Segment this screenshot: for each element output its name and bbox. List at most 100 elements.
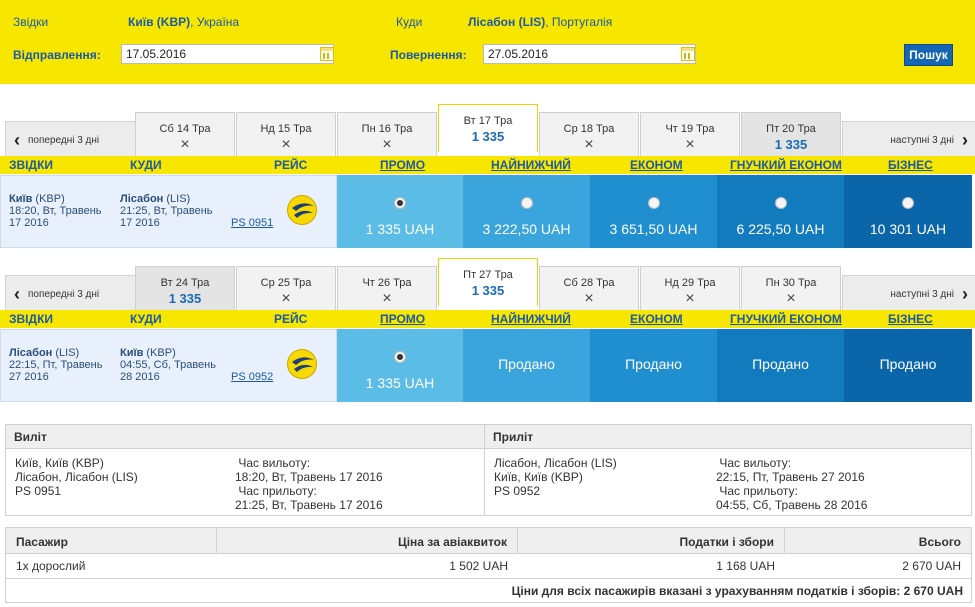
in-times: Час вильоту: 22:15, Пт, Травень 27 2016 Ч… [716, 456, 867, 512]
date-tab-label: Сб 14 Тра [159, 123, 211, 135]
arr-label: Час прильоту: [719, 484, 798, 498]
fare-radio[interactable] [902, 197, 914, 209]
fare-radio-selected[interactable] [394, 351, 406, 363]
fare-cell-promo[interactable]: 1 335 UAH [337, 329, 463, 402]
fare-cell-economy[interactable]: 3 651,50 UAH [590, 175, 717, 248]
date-tab[interactable]: Вт 24 Тра 1 335 [135, 266, 235, 312]
date-tab[interactable]: Ср 25 Тра × [236, 266, 336, 312]
fare-cell-lowest[interactable]: 3 222,50 UAH [463, 175, 590, 248]
next-days-button[interactable]: наступні 3 дні › [842, 275, 975, 314]
ticket-price-cell: 1 502 UAH [449, 559, 508, 573]
calendar-icon[interactable] [681, 47, 695, 61]
fare-cell-business[interactable]: 10 301 UAH [844, 175, 972, 248]
fare-price: 3 651,50 UAH [609, 221, 698, 237]
from-label: Звідки [13, 15, 49, 29]
sold-out-label: Продано [498, 356, 555, 372]
next-days-label: наступні 3 дні [890, 289, 954, 300]
col-promo[interactable]: ПРОМО [380, 312, 425, 326]
date-tab-label: Нд 29 Тра [664, 277, 716, 289]
total-cell: 2 670 UAH [902, 559, 961, 573]
calendar-icon[interactable] [320, 47, 334, 61]
out-times: Час вильоту: 18:20, Вт, Травень 17 2016 Ч… [235, 456, 383, 512]
outbound-column-header: ЗВІДКИ КУДИ РЕЙС ПРОМО НАЙНИЖЧИЙ ЕКОНОМ … [0, 156, 975, 174]
to-value[interactable]: Лісабон (LIS), Португалія [468, 15, 612, 29]
col-promo[interactable]: ПРОМО [380, 158, 425, 172]
fare-price: 1 335 UAH [365, 221, 435, 237]
col-economy[interactable]: ЕКОНОМ [630, 158, 683, 172]
in-route: Лісабон, Лісабон (LIS) Київ, Київ (KBP) PS… [494, 456, 617, 498]
date-tab-label: Пн 16 Тра [361, 123, 413, 135]
in-route-origin: Лісабон, Лісабон (LIS) [494, 456, 617, 470]
depart-date-input[interactable] [121, 44, 334, 64]
date-tab-selected[interactable]: Вт 17 Тра 1 335 [438, 104, 538, 152]
date-tab[interactable]: Нд 29 Тра × [640, 266, 740, 312]
col-economy[interactable]: ЕКОНОМ [630, 312, 683, 326]
fare-radio[interactable] [774, 197, 787, 209]
search-button[interactable]: Пошук [904, 44, 953, 66]
next-days-button[interactable]: наступні 3 дні › [842, 121, 975, 160]
date-tab-label: Пт 20 Тра [766, 123, 816, 135]
inbound-date-tabs: ‹ попередні 3 дні Вт 24 Тра 1 335 Ср 25 Тр… [0, 258, 975, 314]
date-tab[interactable]: Пн 30 Тра × [741, 266, 841, 312]
date-tab[interactable]: Чт 26 Тра × [337, 266, 437, 312]
date-tab-selected[interactable]: Пт 27 Тра 1 335 [438, 258, 538, 306]
origin-time: 22:15, Пт, Травень [9, 359, 103, 371]
fare-radio[interactable] [647, 197, 660, 209]
origin-time: 18:20, Вт, Травень [9, 205, 102, 217]
close-icon: × [281, 136, 291, 153]
fare-radio[interactable] [520, 197, 533, 209]
return-label: Повернення: [390, 48, 467, 62]
airline-logo-icon [287, 349, 317, 379]
destination-info: Лісабон (LIS) 21:25, Вт, Травень 17 2016 [120, 193, 213, 229]
origin-year: 17 2016 [9, 217, 49, 229]
to-label: Куди [396, 15, 423, 29]
prev-days-button[interactable]: ‹ попередні 3 дні [5, 275, 140, 314]
col-to: КУДИ [130, 312, 162, 326]
col-business[interactable]: БІЗНЕС [888, 158, 933, 172]
fare-radio-selected[interactable] [394, 197, 406, 209]
fare-cell-flex-economy[interactable]: 6 225,50 UAH [717, 175, 844, 248]
date-tab[interactable]: Чт 19 Тра × [640, 112, 740, 158]
arr-label: Час прильоту: [238, 484, 317, 498]
col-lowest[interactable]: НАЙНИЖЧИЙ [491, 312, 571, 326]
from-country: , Україна [190, 15, 240, 29]
date-tab[interactable]: Пт 20 Тра 1 335 [741, 112, 841, 158]
out-route-origin: Київ, Київ (KBP) [15, 456, 104, 470]
date-tab[interactable]: Сб 14 Тра × [135, 112, 235, 158]
close-icon: × [685, 136, 695, 153]
date-tab-label: Вт 17 Тра [463, 115, 513, 127]
return-date-input[interactable] [483, 44, 696, 64]
destination-code: (LIS) [163, 193, 191, 205]
close-icon: × [685, 290, 695, 307]
col-business[interactable]: БІЗНЕС [888, 312, 933, 326]
date-tab-label: Ср 25 Тра [260, 277, 312, 289]
price-table: Пасажир Ціна за авіаквиток Податки і збо… [5, 527, 972, 603]
destination-city: Лісабон [120, 193, 164, 205]
chevron-right-icon: › [962, 284, 968, 304]
chevron-left-icon: ‹ [14, 284, 20, 304]
date-tab-label: Пт 27 Тра [463, 269, 513, 281]
from-value[interactable]: Київ (KBP), Україна [128, 15, 239, 29]
prev-days-button[interactable]: ‹ попередні 3 дні [5, 121, 140, 160]
flight-number-link[interactable]: PS 0952 [231, 371, 273, 383]
inbound-flight-info: Лісабон (LIS) 22:15, Пт, Травень 27 2016 К… [0, 329, 337, 402]
date-tab-label: Чт 19 Тра [665, 123, 715, 135]
col-lowest[interactable]: НАЙНИЖЧИЙ [491, 158, 571, 172]
prev-days-label: попередні 3 дні [28, 135, 100, 146]
departure-summary: Виліт Київ, Київ (KBP) Лісабон, Лісабон (… [5, 424, 485, 516]
date-tab-label: Нд 15 Тра [260, 123, 312, 135]
origin-code: (LIS) [52, 347, 80, 359]
date-tab-price: 1 335 [774, 137, 808, 152]
origin-city: Київ [9, 193, 33, 205]
date-tab[interactable]: Сб 28 Тра × [539, 266, 639, 312]
prev-days-label: попередні 3 дні [28, 289, 100, 300]
date-tab[interactable]: Ср 18 Тра × [539, 112, 639, 158]
col-flex-economy[interactable]: ГНУЧКИЙ ЕКОНОМ [730, 312, 842, 326]
date-tab[interactable]: Пн 16 Тра × [337, 112, 437, 158]
date-tab[interactable]: Нд 15 Тра × [236, 112, 336, 158]
col-flex-economy[interactable]: ГНУЧКИЙ ЕКОНОМ [730, 158, 842, 172]
to-country: , Португалія [545, 15, 613, 29]
destination-code: (KBP) [143, 347, 176, 359]
flight-number-link[interactable]: PS 0951 [231, 217, 273, 229]
fare-cell-promo[interactable]: 1 335 UAH [337, 175, 463, 248]
